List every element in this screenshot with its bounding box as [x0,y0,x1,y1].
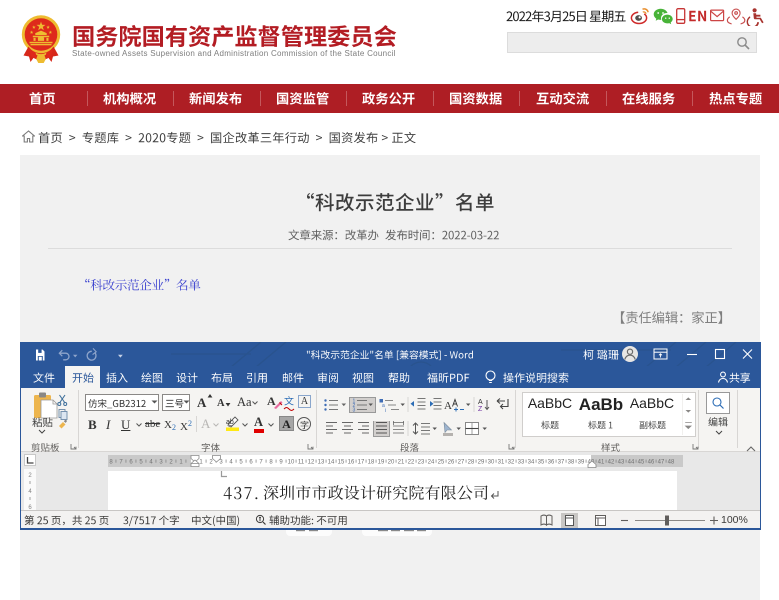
svg-text:12: 12 [308,460,315,466]
svg-text:2: 2 [28,473,32,479]
svg-text:1: 1 [179,460,183,466]
svg-text:6: 6 [249,460,253,466]
svg-text:20: 20 [388,460,395,466]
svg-text:27: 27 [458,460,465,466]
svg-text:Z: Z [478,406,483,413]
svg-text:48: 48 [668,460,675,466]
svg-text:6: 6 [129,460,133,466]
svg-text:29: 29 [478,460,485,466]
svg-text:42: 42 [608,460,615,466]
svg-text:13: 13 [318,460,325,466]
svg-text:44: 44 [628,460,635,466]
svg-text:4: 4 [28,489,32,495]
svg-text:19: 19 [378,460,385,466]
svg-text:38: 38 [568,460,575,466]
svg-text:34: 34 [528,460,535,466]
svg-text:26: 26 [448,460,455,466]
svg-text:33: 33 [518,460,525,466]
svg-text:23: 23 [418,460,425,466]
svg-text:4: 4 [149,460,153,466]
svg-text:A: A [444,400,452,412]
svg-text:2: 2 [169,460,173,466]
svg-text:14: 14 [328,460,335,466]
svg-text:25: 25 [438,460,445,466]
svg-text:10: 10 [288,460,295,466]
svg-text:32: 32 [508,460,515,466]
svg-text:i: i [385,408,386,413]
svg-text:24: 24 [428,460,435,466]
svg-text:45: 45 [638,460,645,466]
svg-text:17: 17 [358,460,365,466]
svg-text:39: 39 [578,460,585,466]
svg-text:8: 8 [109,460,113,466]
svg-text:5: 5 [139,460,143,466]
svg-text:37: 37 [558,460,565,466]
svg-text:35: 35 [538,460,545,466]
svg-text:11: 11 [298,460,305,466]
svg-text:3: 3 [353,408,356,414]
svg-text:46: 46 [648,460,655,466]
svg-text:28: 28 [468,460,475,466]
svg-text:16: 16 [348,460,355,466]
svg-text:ab: ab [226,419,234,426]
svg-text:A: A [478,399,483,406]
svg-text:3: 3 [159,460,163,466]
svg-text:15: 15 [338,460,345,466]
svg-text:36: 36 [548,460,555,466]
svg-text:30: 30 [488,460,495,466]
svg-text:47: 47 [658,460,665,466]
svg-text:7: 7 [119,460,123,466]
svg-text:18: 18 [368,460,375,466]
svg-text:9: 9 [279,460,283,466]
svg-text:43: 43 [618,460,625,466]
svg-text:22: 22 [408,460,415,466]
svg-text:31: 31 [498,460,505,466]
svg-text:8: 8 [269,460,273,466]
svg-text:21: 21 [398,460,405,466]
svg-text:7: 7 [259,460,263,466]
